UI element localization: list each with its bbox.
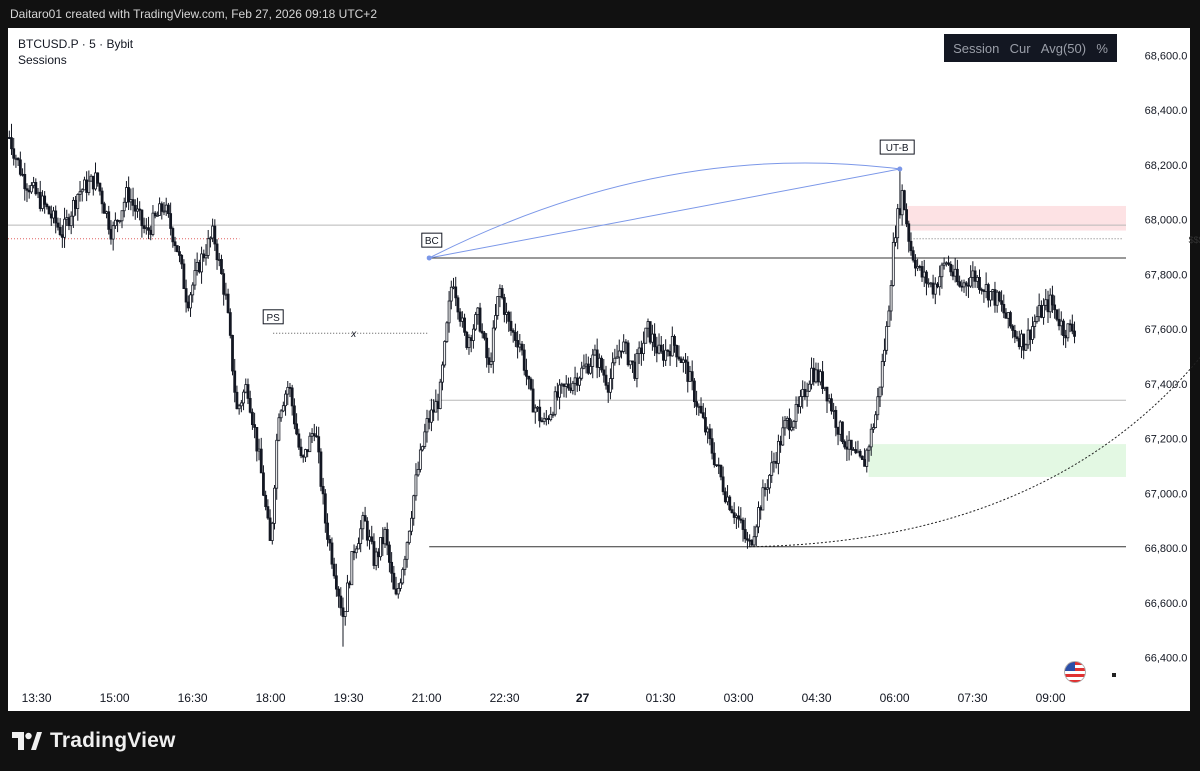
- indicator-name[interactable]: Sessions: [18, 52, 133, 68]
- percent-column-header: %: [1096, 40, 1108, 56]
- chart-legend: BTCUSD.P · 5 · Bybit Sessions: [18, 36, 133, 68]
- avg-column-header: Avg(50): [1040, 40, 1087, 56]
- tradingview-logo[interactable]: TradingView: [12, 729, 176, 753]
- cur-column-header: Cur: [1009, 40, 1031, 56]
- symbol-title[interactable]: BTCUSD.P · 5 · Bybit: [18, 36, 133, 52]
- tradingview-logo-text: TradingView: [50, 729, 176, 752]
- tradingview-logo-icon: [12, 732, 42, 750]
- axis-corner: [1126, 685, 1190, 711]
- chart-pane[interactable]: [8, 28, 1126, 711]
- square-icon[interactable]: [1112, 673, 1116, 677]
- us-flag-icon[interactable]: [1064, 661, 1086, 683]
- watermark-header: Daitaro01 created with TradingView.com, …: [10, 7, 377, 21]
- time-axis[interactable]: [8, 685, 1126, 711]
- session-column-header: Session: [953, 40, 1000, 56]
- liquidity-label[interactable]: $$$: [1189, 235, 1200, 245]
- session-stats-panel: Session Cur Avg(50) %: [944, 34, 1117, 62]
- price-axis[interactable]: [1126, 28, 1190, 685]
- footer: TradingView: [0, 711, 1200, 771]
